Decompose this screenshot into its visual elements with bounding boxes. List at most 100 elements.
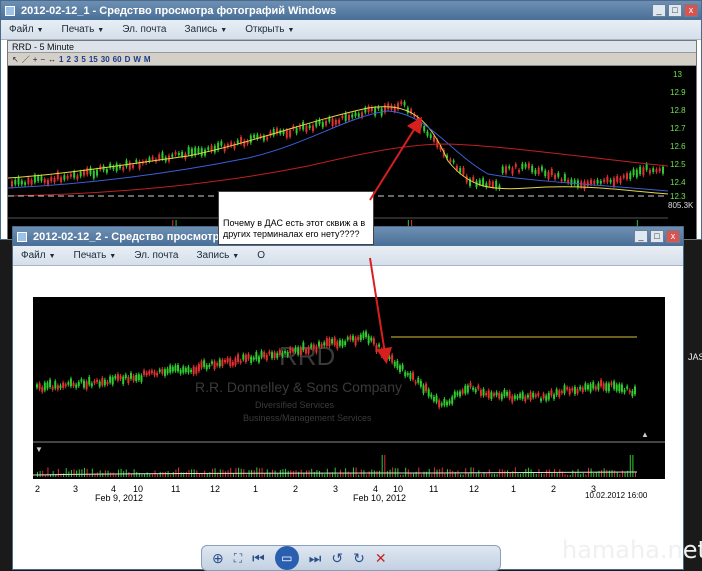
chart2-plot: RRD R.R. Donnelley & Sons Company Divers… — [33, 329, 665, 502]
candle-body — [255, 352, 258, 360]
candle-body — [478, 180, 481, 185]
candle-body — [396, 360, 399, 369]
volume-bar — [274, 470, 276, 477]
candle-body — [210, 361, 213, 364]
rotate-right-icon[interactable]: ↻ — [353, 550, 365, 567]
period-3[interactable]: 3 — [74, 55, 78, 64]
menu-burn[interactable]: Запись ▼ — [196, 250, 239, 261]
period-5[interactable]: 5 — [81, 55, 85, 64]
actual-size-icon[interactable]: ⛶ — [234, 551, 242, 566]
volume-bar — [225, 471, 227, 477]
candle-body — [629, 172, 632, 180]
volume-bar — [73, 469, 75, 477]
candle-body — [652, 168, 655, 172]
candle-body — [341, 340, 344, 347]
volume-bar — [577, 469, 579, 477]
candle-body — [469, 382, 472, 388]
volume-bar — [460, 474, 462, 477]
toolbar-cursor-icon[interactable]: ↖ — [12, 55, 19, 64]
candle-body — [534, 170, 537, 174]
volume-bar — [452, 470, 454, 477]
close-button[interactable]: x — [684, 4, 698, 17]
menu-burn[interactable]: Запись ▼ — [184, 24, 227, 35]
volume-bar — [462, 474, 464, 477]
candle-body — [252, 357, 255, 360]
candle-body — [456, 392, 459, 395]
candle-body — [500, 393, 503, 400]
candle-body — [398, 365, 401, 372]
period-60[interactable]: 60 — [113, 55, 122, 64]
candle-body — [349, 336, 352, 340]
candle-body — [137, 374, 140, 381]
candle-body — [14, 179, 17, 185]
candle-body — [115, 163, 118, 171]
rotate-left-icon[interactable]: ↺ — [331, 550, 343, 567]
chart2-scroll-up-icon[interactable]: ▲ — [641, 430, 649, 439]
volume-bar — [491, 473, 493, 477]
next-icon[interactable]: ⏭ — [309, 550, 322, 567]
menu-open[interactable]: Открыть ▼ — [245, 24, 294, 35]
delete-icon[interactable]: ✕ — [375, 550, 387, 567]
volume-bar — [133, 469, 135, 477]
period-1[interactable]: 1 — [59, 55, 63, 64]
candle-body — [537, 167, 540, 175]
candle-body — [297, 347, 300, 355]
toolbar-zoom-out-icon[interactable]: − — [40, 55, 45, 64]
candle-body — [90, 383, 93, 387]
period-w[interactable]: W — [133, 55, 141, 64]
candle-body — [619, 177, 622, 183]
menu-file[interactable]: Файл ▼ — [21, 250, 56, 261]
menu-open[interactable]: О — [257, 250, 265, 261]
close-button[interactable]: x — [666, 230, 680, 243]
toolbar-scroll-icon[interactable]: ↔ — [48, 55, 56, 64]
volume-bar — [493, 473, 495, 477]
toolbar-zoom-in-icon[interactable]: + — [33, 55, 38, 64]
candle-body — [362, 332, 365, 338]
maximize-button[interactable]: □ — [650, 230, 664, 243]
candle-body — [69, 378, 72, 387]
volume-bar — [540, 473, 542, 477]
period-d[interactable]: D — [125, 55, 131, 64]
volume-bar — [84, 467, 86, 477]
menu-print[interactable]: Печать ▼ — [74, 250, 117, 261]
volume-bar — [305, 470, 307, 477]
candle-body — [98, 381, 101, 387]
toolbar-line-icon[interactable]: ／ — [22, 54, 30, 65]
menu-print[interactable]: Печать ▼ — [62, 24, 105, 35]
volume-bar — [611, 469, 613, 477]
volume-bar — [352, 467, 354, 477]
slideshow-icon[interactable]: ▭ — [274, 546, 299, 570]
volume-bar — [441, 467, 443, 477]
period-m[interactable]: M — [144, 55, 151, 64]
period-15[interactable]: 15 — [89, 55, 98, 64]
previous-icon[interactable]: ⏮ — [252, 550, 265, 567]
period-2[interactable]: 2 — [67, 55, 71, 64]
minimize-button[interactable]: _ — [652, 4, 666, 17]
candle-body — [177, 364, 180, 372]
volume-bar — [590, 468, 592, 477]
candle-body — [182, 366, 185, 373]
candle-body — [455, 165, 458, 170]
candle-body — [331, 118, 334, 127]
period-30[interactable]: 30 — [101, 55, 110, 64]
candle-body — [521, 392, 524, 399]
volume-bar — [214, 468, 216, 477]
candle-body — [158, 369, 161, 372]
menu-email[interactable]: Эл. почта — [122, 24, 166, 35]
maximize-button[interactable]: □ — [668, 4, 682, 17]
menu-email[interactable]: Эл. почта — [134, 250, 178, 261]
candle-body — [205, 365, 208, 370]
candle-body — [534, 394, 537, 397]
menu-file[interactable]: Файл ▼ — [9, 24, 44, 35]
candle-body — [347, 115, 350, 121]
candle-body — [430, 394, 433, 398]
window1-titlebar[interactable]: 2012-02-12_1 - Средство просмотра фотогр… — [1, 1, 701, 20]
volume-bar — [559, 469, 561, 477]
minimize-button[interactable]: _ — [634, 230, 648, 243]
zoom-icon[interactable]: ⊕ — [212, 550, 224, 567]
candle-body — [479, 390, 482, 396]
candle-body — [64, 384, 67, 387]
candle-body — [253, 134, 256, 138]
candle-body — [472, 177, 475, 181]
candle-body — [289, 347, 292, 354]
